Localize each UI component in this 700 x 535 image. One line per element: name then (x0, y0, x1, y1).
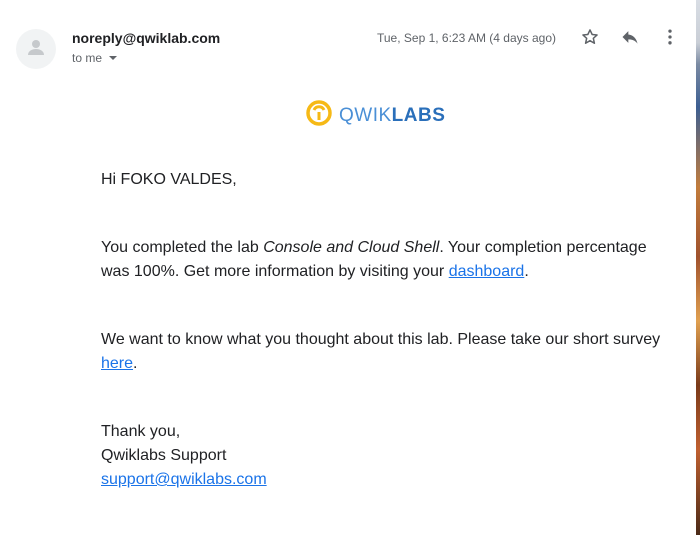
qwiklabs-ring-icon (305, 99, 333, 132)
signoff-team: Qwiklabs Support (101, 447, 227, 464)
avatar-icon (24, 35, 48, 64)
logo-suffix: LABS (391, 104, 446, 126)
survey-text: We want to know what you thought about t… (101, 331, 661, 348)
survey-link[interactable]: here (101, 355, 133, 372)
background-edge (696, 0, 700, 535)
star-button[interactable] (576, 25, 604, 53)
more-vert-icon (660, 27, 680, 52)
completion-paragraph: You completed the lab Console and Cloud … (101, 236, 661, 284)
signature: Thank you, Qwiklabs Support support@qwik… (101, 420, 661, 492)
lab-name: Console and Cloud Shell (263, 239, 440, 256)
logo-wordmark: QWIKLABS (339, 105, 445, 127)
star-icon (580, 27, 600, 52)
completion-text-end: . (524, 263, 529, 280)
support-email-link[interactable]: support@qwiklabs.com (101, 471, 267, 488)
logo-prefix: QWIK (339, 104, 392, 126)
signoff-thanks: Thank you, (101, 423, 181, 440)
sender-avatar[interactable] (16, 29, 56, 69)
sender-email[interactable]: noreply@qwiklab.com (72, 30, 220, 46)
survey-paragraph: We want to know what you thought about t… (101, 328, 661, 376)
message-date: Tue, Sep 1, 6:23 AM (4 days ago) (377, 31, 556, 45)
chevron-down-icon[interactable] (108, 55, 118, 61)
dashboard-link[interactable]: dashboard (449, 263, 525, 280)
reply-icon (620, 27, 640, 52)
survey-text-end: . (133, 355, 138, 372)
qwiklabs-logo: QWIKLABS (305, 99, 445, 132)
recipient-line: to me (72, 51, 118, 65)
completion-text-start: You completed the lab (101, 239, 264, 256)
reply-button[interactable] (616, 25, 644, 53)
greeting: Hi FOKO VALDES, (101, 171, 237, 188)
recipient-label: to me (72, 51, 103, 65)
more-options-button[interactable] (656, 25, 684, 53)
